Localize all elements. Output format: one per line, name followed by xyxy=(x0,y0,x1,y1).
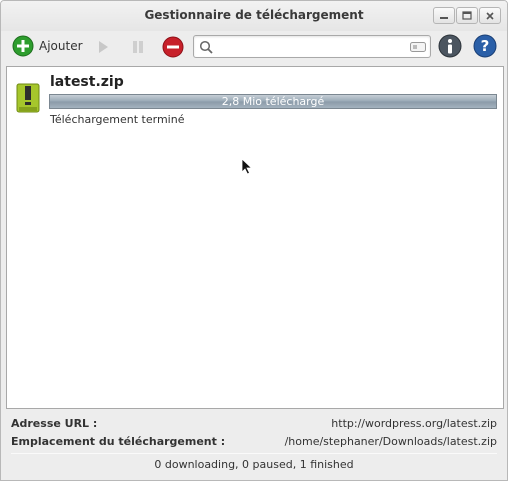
maximize-icon xyxy=(462,10,472,20)
search-box[interactable] xyxy=(193,35,431,58)
info-icon xyxy=(438,34,462,58)
url-label: Adresse URL : xyxy=(11,417,98,430)
location-row: Emplacement du téléchargement : /home/st… xyxy=(11,435,497,451)
toolbar: Ajouter ? xyxy=(1,31,507,63)
clear-search-icon[interactable] xyxy=(410,42,426,52)
divider xyxy=(11,453,497,454)
download-filename: latest.zip xyxy=(50,74,124,90)
maximize-button[interactable] xyxy=(456,7,478,24)
status-bar-text: 0 downloading, 0 paused, 1 finished xyxy=(154,458,354,471)
download-manager-window: Gestionnaire de téléchargement Ajouter ?… xyxy=(0,0,508,481)
location-label: Emplacement du téléchargement : xyxy=(11,435,226,448)
help-icon: ? xyxy=(473,34,497,58)
svg-text:?: ? xyxy=(481,37,490,55)
resume-button[interactable] xyxy=(92,36,114,58)
minimize-button[interactable] xyxy=(433,7,455,24)
progress-text: 2,8 Mio téléchargé xyxy=(221,95,325,108)
title-bar[interactable]: Gestionnaire de téléchargement xyxy=(1,1,507,31)
download-item[interactable]: latest.zip 2,8 Mio téléchargé Télécharge… xyxy=(7,67,503,131)
stop-icon xyxy=(162,36,184,58)
stop-button[interactable] xyxy=(162,36,184,58)
mouse-cursor-icon xyxy=(241,158,253,175)
play-icon xyxy=(99,41,108,53)
window-title: Gestionnaire de téléchargement xyxy=(144,8,364,22)
url-row: Adresse URL : http://wordpress.org/lates… xyxy=(11,417,497,433)
pause-button[interactable] xyxy=(127,36,149,58)
download-progress-bar: 2,8 Mio téléchargé xyxy=(49,94,497,109)
pause-icon xyxy=(133,41,143,53)
search-input[interactable] xyxy=(216,39,406,54)
download-status: Téléchargement terminé xyxy=(50,113,185,126)
details-panel: Adresse URL : http://wordpress.org/lates… xyxy=(1,412,507,480)
add-icon xyxy=(12,35,34,57)
close-icon xyxy=(486,11,494,20)
add-button-label: Ajouter xyxy=(39,39,83,53)
download-list[interactable]: latest.zip 2,8 Mio téléchargé Télécharge… xyxy=(6,66,504,409)
help-button[interactable]: ? xyxy=(473,34,497,58)
zip-archive-icon xyxy=(16,83,40,113)
url-value: http://wordpress.org/latest.zip xyxy=(331,417,497,430)
minimize-icon xyxy=(440,16,448,19)
close-button[interactable] xyxy=(479,7,501,24)
search-icon xyxy=(199,40,213,54)
window-controls xyxy=(433,7,501,24)
add-button[interactable]: Ajouter xyxy=(12,35,83,57)
location-value: /home/stephaner/Downloads/latest.zip xyxy=(284,435,497,448)
info-button[interactable] xyxy=(438,34,462,58)
